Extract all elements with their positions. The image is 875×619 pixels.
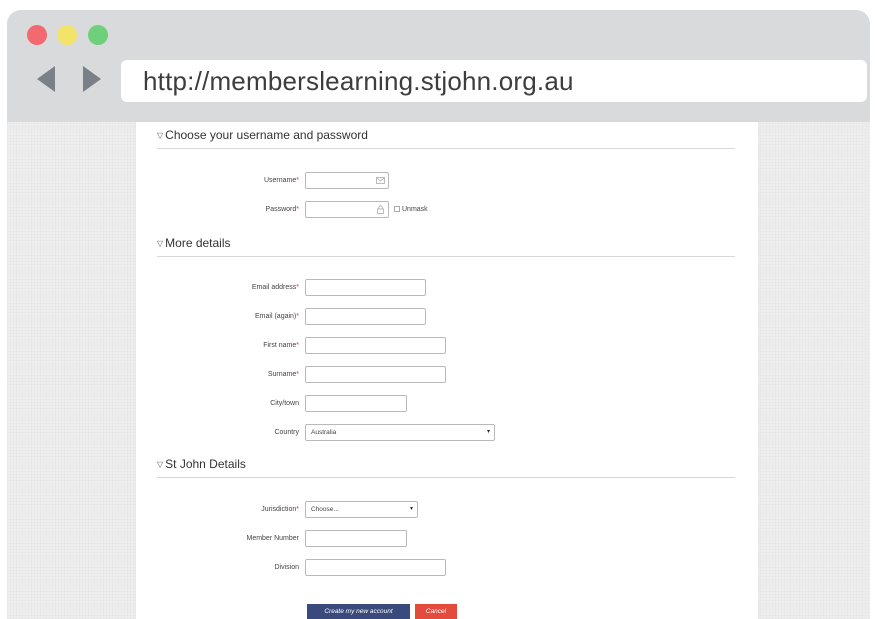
country-label: Country <box>274 429 299 436</box>
jurisdiction-value: Choose... <box>311 506 339 513</box>
username-label: Username* <box>263 177 299 184</box>
close-window-button[interactable] <box>27 25 47 45</box>
city-label: City/town <box>270 400 299 407</box>
checkbox-box[interactable] <box>394 206 400 213</box>
collapse-triangle-icon: ▽ <box>157 239 164 248</box>
email-again-label: Email (again)* <box>255 313 299 320</box>
surname-label: Surname* <box>267 371 299 378</box>
back-arrow-icon[interactable] <box>33 64 59 94</box>
jurisdiction-label: Jurisdiction* <box>261 506 299 513</box>
password-label: Password* <box>265 206 299 213</box>
division-label: Division <box>274 564 299 571</box>
country-select[interactable]: Australia ▾ <box>305 424 495 441</box>
url-text: http://memberslearning.stjohn.org.au <box>143 66 574 96</box>
collapse-triangle-icon: ▽ <box>157 460 164 469</box>
email-input[interactable] <box>305 279 426 296</box>
dropdown-caret-icon: ▾ <box>409 506 413 512</box>
password-input[interactable] <box>305 201 389 218</box>
address-bar[interactable]: http://memberslearning.stjohn.org.au <box>121 60 867 102</box>
section-header-details[interactable]: ▽ More details <box>157 236 735 257</box>
section-title: St John Details <box>165 457 246 471</box>
collapse-triangle-icon: ▽ <box>157 131 164 140</box>
page-viewport: ▽ Choose your username and password Usern… <box>7 122 870 619</box>
username-input[interactable] <box>305 172 389 189</box>
member-number-input[interactable] <box>305 530 407 547</box>
section-title: More details <box>165 236 231 250</box>
browser-window: http://memberslearning.stjohn.org.au ▽ Ch… <box>7 10 870 619</box>
division-input[interactable] <box>305 559 446 576</box>
create-account-button[interactable]: Create my new account <box>307 604 410 619</box>
cancel-button[interactable]: Cancel <box>415 604 457 619</box>
section-header-account[interactable]: ▽ Choose your username and password <box>157 128 735 149</box>
minimize-window-button[interactable] <box>57 25 77 45</box>
section-title: Choose your username and password <box>165 128 368 142</box>
country-value: Australia <box>311 429 337 436</box>
email-label: Email address* <box>251 284 299 291</box>
email-again-input[interactable] <box>305 308 426 325</box>
first-name-input[interactable] <box>305 337 446 354</box>
unmask-label: Unmask <box>402 206 428 213</box>
maximize-window-button[interactable] <box>88 25 108 45</box>
surname-input[interactable] <box>305 366 446 383</box>
jurisdiction-select[interactable]: Choose... ▾ <box>305 501 418 518</box>
envelope-icon <box>376 177 385 184</box>
forward-arrow-icon[interactable] <box>79 64 105 94</box>
lock-icon <box>377 205 384 214</box>
section-header-stjohn[interactable]: ▽ St John Details <box>157 457 735 478</box>
unmask-checkbox[interactable]: Unmask <box>394 206 428 213</box>
dropdown-caret-icon: ▾ <box>486 429 490 435</box>
browser-toolbar: http://memberslearning.stjohn.org.au <box>7 10 870 122</box>
signup-form: ▽ Choose your username and password Usern… <box>136 122 758 619</box>
first-name-label: First name* <box>263 342 299 349</box>
city-input[interactable] <box>305 395 407 412</box>
member-number-label: Member Number <box>246 535 299 542</box>
